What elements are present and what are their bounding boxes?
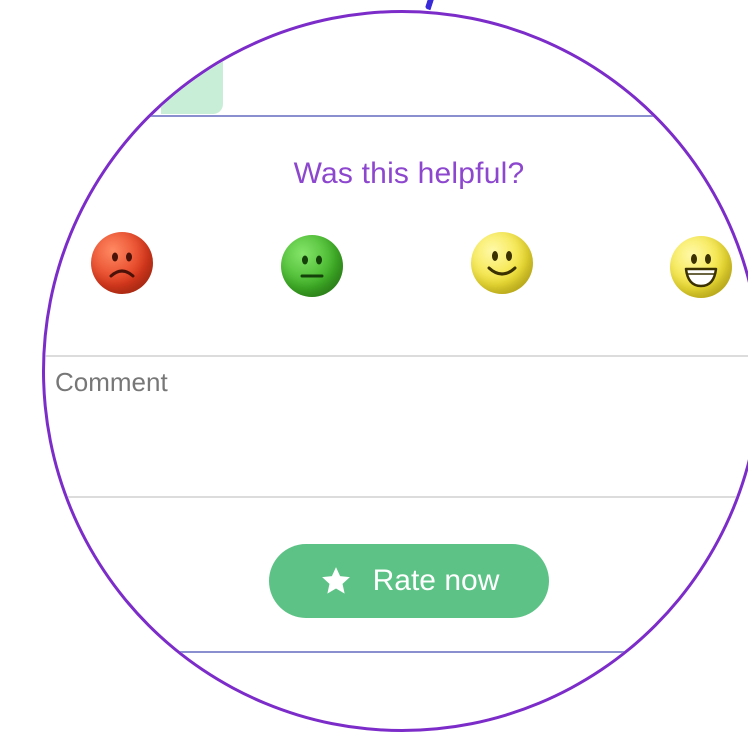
highlight-tab: [161, 59, 223, 114]
smile-face-icon[interactable]: [471, 232, 533, 294]
divider: [45, 496, 748, 498]
section-divider-bottom: [45, 651, 748, 653]
divider: [45, 355, 748, 357]
rate-now-button[interactable]: Rate now: [269, 544, 549, 618]
feedback-question: Was this helpful?: [293, 157, 525, 190]
page: Was this helpful? Comment Rate now: [0, 0, 748, 748]
sad-face-icon[interactable]: [91, 232, 153, 294]
rate-now-label: Rate now: [372, 564, 500, 597]
neutral-face-icon[interactable]: [281, 235, 343, 297]
zoom-lens: Was this helpful? Comment Rate now: [42, 10, 748, 732]
comment-input[interactable]: [51, 365, 748, 495]
grin-face-icon[interactable]: [670, 236, 732, 298]
feedback-widget: Was this helpful? Comment Rate now: [45, 13, 748, 729]
star-icon: [319, 564, 353, 598]
section-divider-top: [45, 115, 748, 117]
